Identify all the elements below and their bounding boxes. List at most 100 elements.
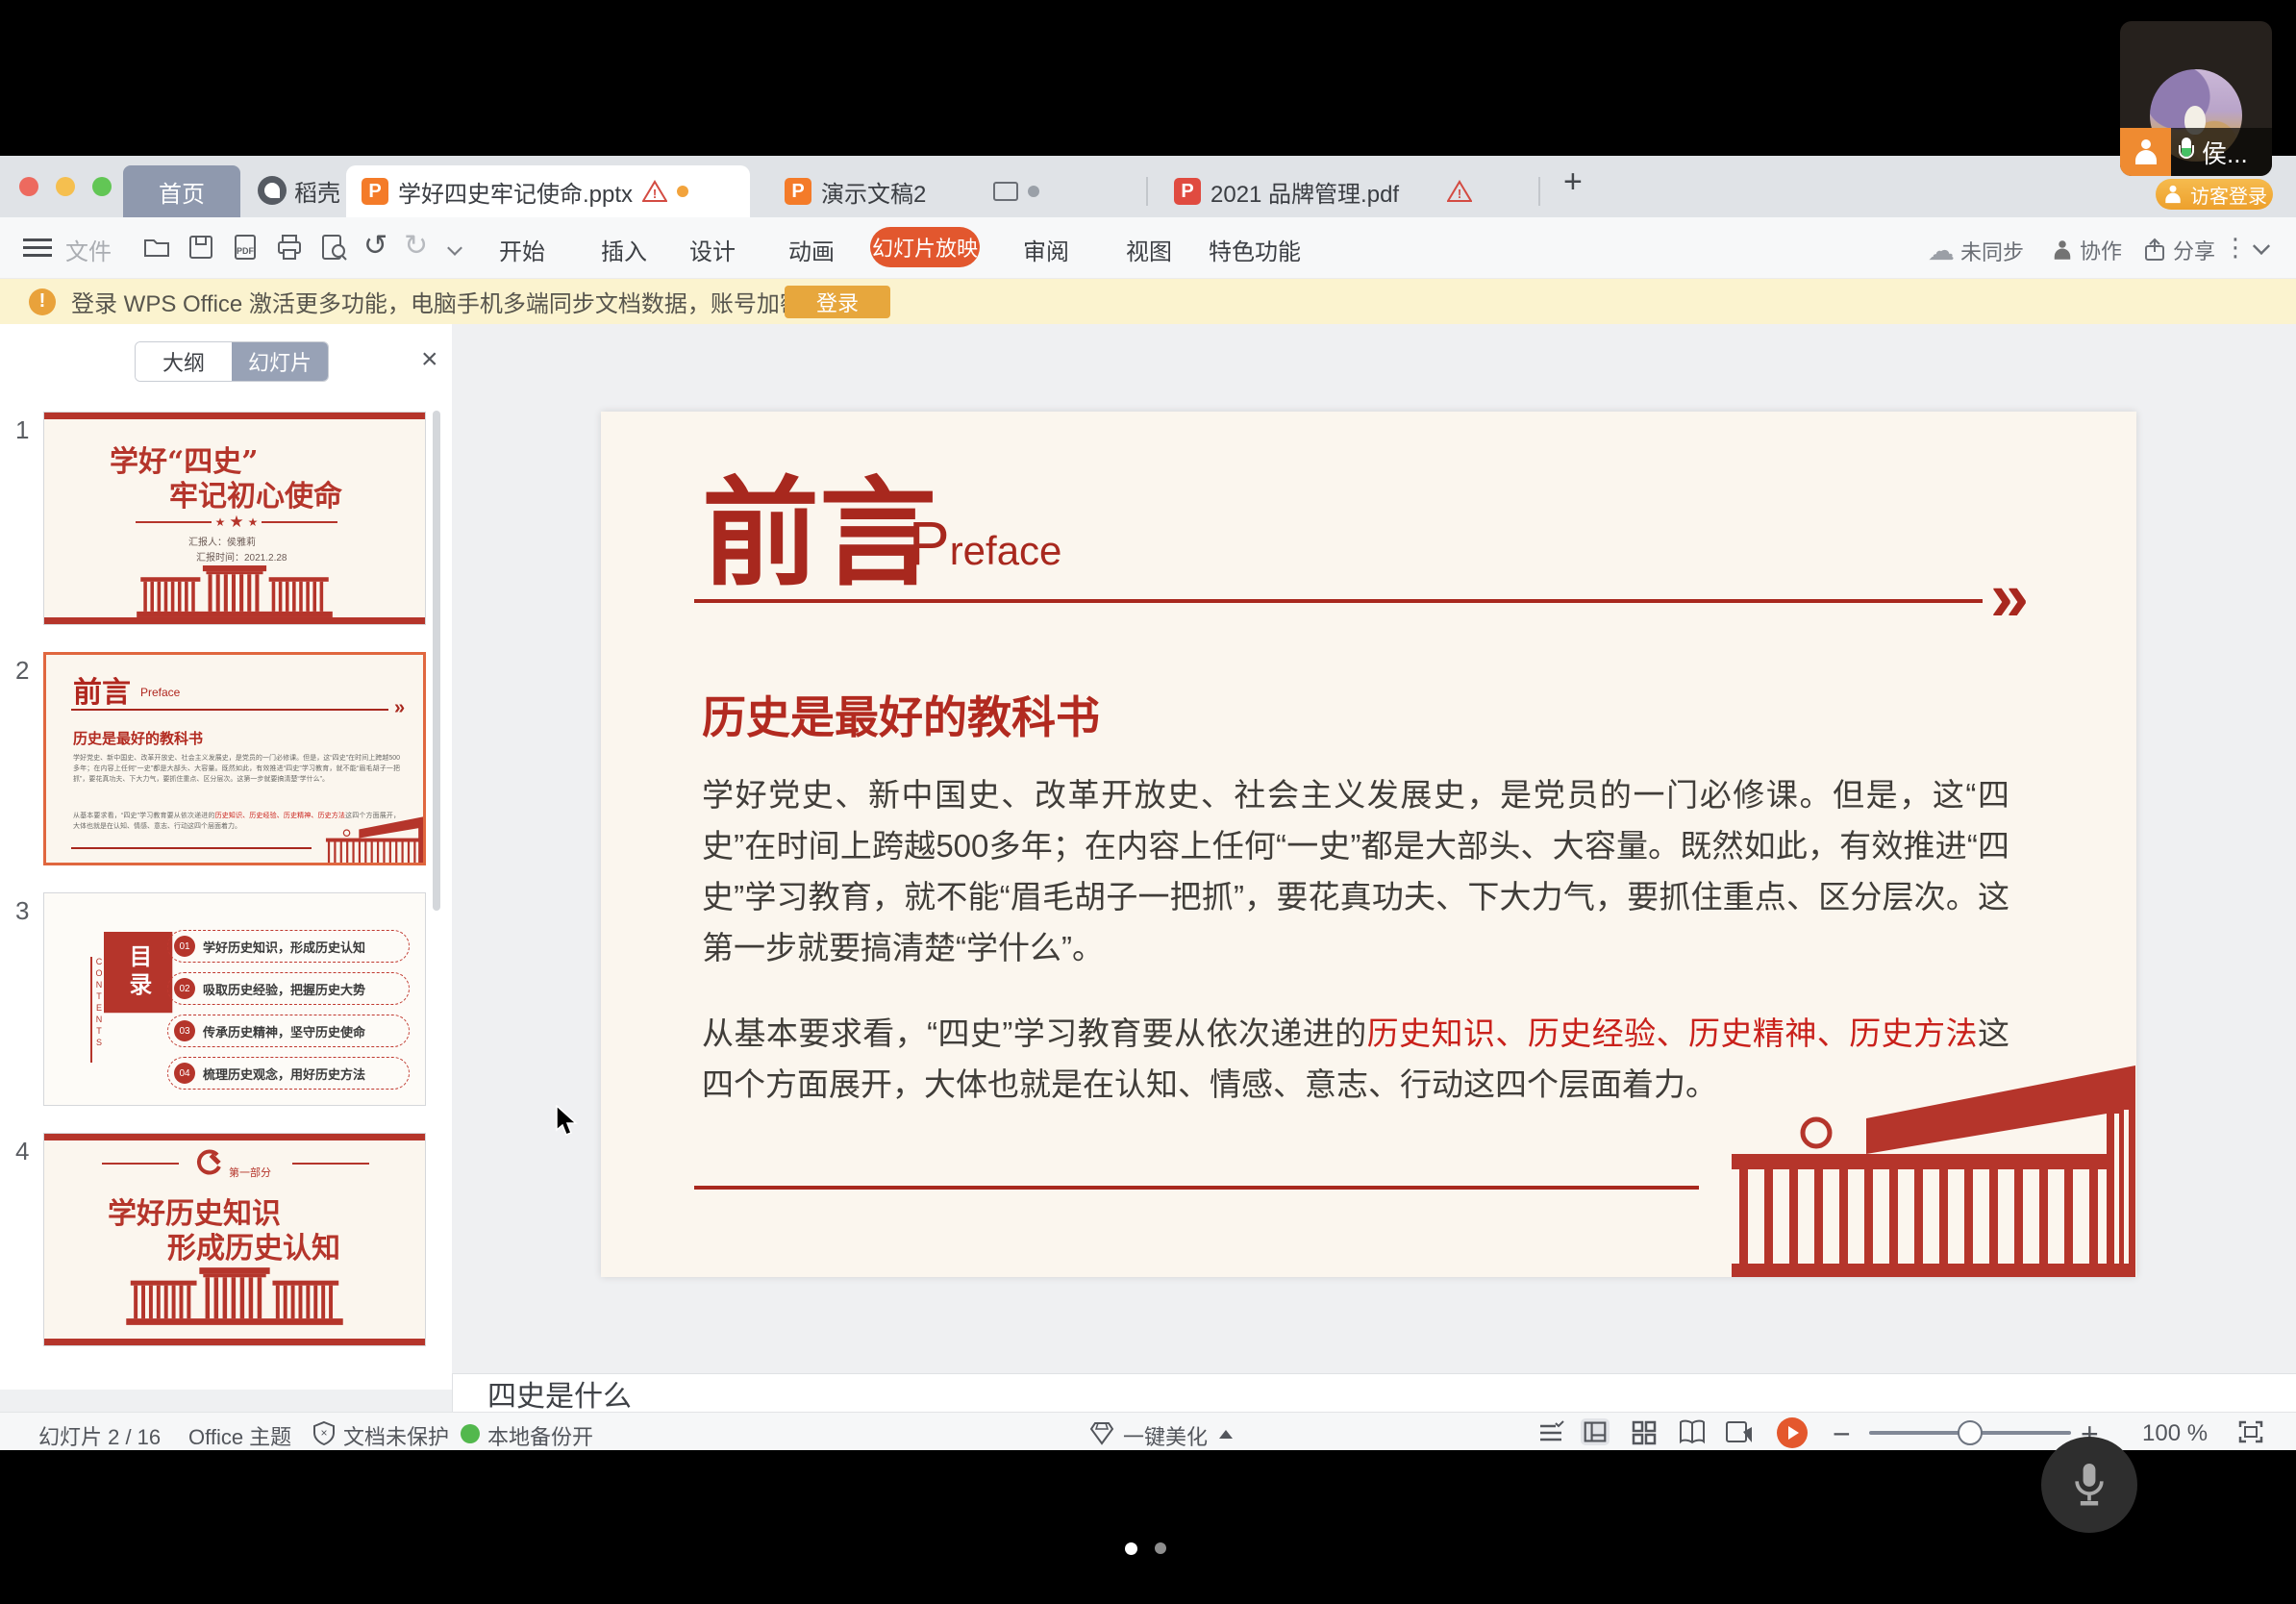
video-call-overlay[interactable]: 侯... [2120,21,2272,176]
play-slideshow-button[interactable] [1777,1417,1808,1448]
collapse-ribbon-chevron-icon[interactable] [2253,238,2270,255]
notice-text: 登录 WPS Office 激活更多功能，电脑手机多端同步文档数据，账号加密更安… [71,285,895,318]
menu-view[interactable]: 视图 [1126,233,1172,266]
tab-slides[interactable]: 幻灯片 [232,342,328,381]
print-preview-icon[interactable] [319,233,348,262]
menu-special-features[interactable]: 特色功能 [1209,233,1301,266]
participant-badge[interactable] [2120,128,2171,176]
sync-status[interactable]: ☁ 未同步 [1928,235,2024,266]
slide-thumbnail-3[interactable]: CONTENTS 目录 01 学好历史知识，形成历史认知 02 吸取历史经验，把… [43,892,426,1106]
bottom-black-bar [0,1450,2296,1604]
sidebar-scrollbar[interactable] [433,411,440,911]
guest-login-button[interactable]: 访客登录 [2156,179,2273,210]
slide-title: 前言 [702,439,936,609]
export-pdf-icon[interactable]: PDF [231,233,260,262]
print-icon[interactable] [275,233,304,262]
page-indicator-dot-active[interactable] [1125,1542,1137,1555]
menu-insert[interactable]: 插入 [601,233,647,266]
zoom-slider-knob[interactable] [1958,1420,1983,1445]
slide-thumbnail-2[interactable]: 前言 Preface » 历史是最好的教科书 学好党史、新中国史、改革开放史、社… [43,652,426,865]
open-folder-icon[interactable] [142,233,171,262]
tab-docer[interactable]: 稻壳 [258,169,340,212]
beautify-caret-icon[interactable] [1219,1430,1233,1439]
star-divider: ★★★ [136,513,337,532]
svg-text:PDF: PDF [237,246,255,256]
play-from-current-icon[interactable] [1724,1418,1753,1445]
slide-position: 幻灯片 2 / 16 [38,1420,161,1451]
slide-panel: 大纲 幻灯片 × 1 学好“四史” 牢记初心使命 ★★★ 汇报人：侯雅莉 汇报时… [0,324,452,1390]
slide-number: 4 [15,1137,29,1166]
page-indicator-dot[interactable] [1155,1542,1166,1554]
svg-text:!: ! [1458,187,1461,201]
building-illustration [90,1266,379,1326]
protection-label[interactable]: 文档未保护 [343,1420,449,1451]
slide-thumbnail-4[interactable]: 第一部分 学好历史知识 形成历史认知 [43,1133,426,1346]
toc-item: 03 传承历史精神，坚守历史使命 [167,1015,410,1047]
tab-document-3[interactable]: P 2021 品牌管理.pdf ! [1159,165,1524,217]
hamburger-menu-icon[interactable] [23,238,52,258]
undo-icon[interactable]: ↺ [363,229,387,263]
file-menu[interactable]: 文件 [65,233,112,266]
tab-document-1[interactable]: P 学好四史牢记使命.pptx ! [346,165,750,217]
backup-label[interactable]: 本地备份开 [487,1420,593,1451]
status-bar: 幻灯片 2 / 16 Office 主题 × 文档未保护 本地备份开 一键美化 … [0,1412,2296,1450]
menu-design[interactable]: 设计 [689,233,736,266]
party-emblem-icon [196,1149,225,1178]
close-window-button[interactable] [19,177,38,196]
theme-label[interactable]: Office 主题 [188,1420,291,1451]
redo-icon[interactable]: ↻ [404,229,428,263]
bottom-divider [694,1186,1699,1190]
toc-item: 04 梳理历史观念，用好历史方法 [167,1057,410,1090]
cloud-icon: ☁ [1928,235,1955,266]
slide-number: 2 [15,656,29,686]
tab-separator [1538,177,1540,206]
slide-sorter-icon[interactable] [1630,1418,1659,1445]
share-icon [2142,238,2167,263]
tab-outline[interactable]: 大纲 [136,342,232,381]
top-black-bar [0,0,2296,156]
menu-review[interactable]: 审阅 [1023,233,1069,266]
more-commands-chevron-icon[interactable] [447,240,462,256]
slide-number: 3 [15,896,29,926]
app-window: 首页 稻壳 P 学好四史牢记使命.pptx ! P 演示文稿2 P 2021 品… [0,0,2296,1604]
slide-paragraph-1: 学好党史、新中国史、改革开放史、社会主义发展史，是党员的一门必修课。但是，这“四… [702,769,2009,973]
slide-thumbnail-1[interactable]: 学好“四史” 牢记初心使命 ★★★ 汇报人：侯雅莉 汇报时间：2021.2.28 [43,412,426,625]
new-tab-button[interactable]: + [1563,163,1583,201]
warning-icon: ! [642,180,667,203]
unsaved-dot [677,186,688,197]
zoom-out-button[interactable]: − [1833,1416,1851,1452]
menu-start[interactable]: 开始 [499,233,545,266]
highlighted-terms: 历史知识、历史经验、历史精神、历史方法 [1367,1015,1978,1051]
microphone-button[interactable] [2041,1437,2137,1533]
slide-canvas[interactable]: 前言 Preface » 历史是最好的教科书 学好党史、新中国史、改革开放史、社… [601,412,2136,1277]
zoom-percent[interactable]: 100 % [2142,1420,2208,1447]
wps-presentation-icon: P [362,178,388,205]
notes-toggle-icon[interactable] [1536,1418,1565,1445]
alert-icon: ! [29,288,56,315]
fit-slide-icon[interactable] [2236,1418,2265,1445]
close-panel-icon[interactable]: × [421,343,438,376]
workspace: 大纲 幻灯片 × 1 学好“四史” 牢记初心使命 ★★★ 汇报人：侯雅莉 汇报时… [0,324,2296,1450]
slide-number: 1 [15,415,29,445]
save-icon[interactable] [187,233,215,262]
kebab-menu-icon[interactable]: ⋮ [2223,233,2248,263]
wps-pdf-icon: P [1174,178,1201,205]
menu-animation[interactable]: 动画 [788,233,835,266]
building-illustration [325,816,426,865]
zoom-window-button[interactable] [92,177,112,196]
reading-view-icon[interactable] [1678,1418,1707,1445]
caller-info-strip: 侯... [2120,128,2272,176]
slide-heading: 历史是最好的教科书 [702,683,1100,746]
collaborate-button[interactable]: 协作 [2051,235,2122,265]
share-button[interactable]: 分享 [2142,235,2215,265]
tab-document-2[interactable]: P 演示文稿2 [769,165,1135,217]
beautify-label[interactable]: 一键美化 [1123,1420,1208,1451]
minimize-window-button[interactable] [56,177,75,196]
login-button[interactable]: 登录 [785,286,890,318]
normal-view-icon[interactable] [1581,1418,1610,1445]
tab-home[interactable]: 首页 [123,165,240,217]
notes-text: 四史是什么 [487,1372,632,1415]
warning-icon: ! [1447,180,1472,203]
notes-bar[interactable]: 四史是什么 [452,1373,2296,1412]
menu-slideshow-active[interactable]: 幻灯片放映 [870,227,980,267]
